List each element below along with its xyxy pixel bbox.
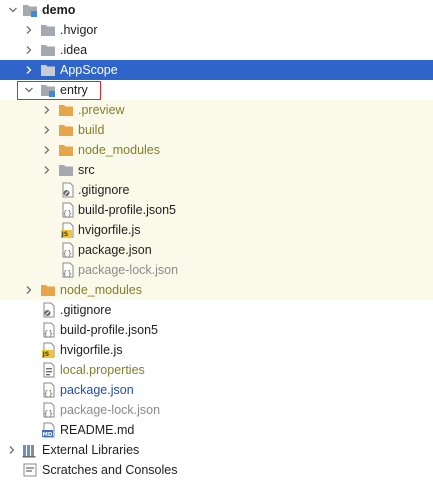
tree-item-scratches[interactable]: Scratches and Consoles [0, 460, 433, 480]
tree-item-label: External Libraries [42, 443, 140, 457]
excluded-folder-icon [40, 282, 56, 298]
tree-item-node-modules[interactable]: node_modules [0, 280, 433, 300]
svg-text:MD: MD [42, 432, 52, 438]
tree-item-label: node_modules [78, 143, 161, 157]
tree-item-entry-package-json[interactable]: {} package.json [0, 240, 433, 260]
svg-text:JS: JS [42, 351, 50, 358]
svg-text:{}: {} [63, 249, 73, 258]
excluded-folder-icon [58, 102, 74, 118]
tree-item-external-libraries[interactable]: External Libraries [0, 440, 433, 460]
tree-item-label: .preview [78, 103, 125, 117]
tree-item-label: hvigorfile.js [60, 343, 123, 357]
tree-item-label: package-lock.json [60, 403, 161, 417]
svg-text:{}: {} [63, 269, 73, 278]
entry-highlight-box [17, 81, 101, 100]
tree-item-label: Scratches and Consoles [42, 463, 178, 477]
tree-item-label: node_modules [60, 283, 143, 297]
chevron-down-icon[interactable] [9, 6, 17, 14]
chevron-right-icon[interactable] [43, 146, 51, 154]
tree-item-package-lock[interactable]: {} package-lock.json [0, 400, 433, 420]
chevron-right-icon[interactable] [43, 166, 51, 174]
tree-item-label: package.json [78, 243, 152, 257]
folder-icon [40, 22, 56, 38]
module-folder-icon [22, 2, 38, 18]
excluded-folder-icon [58, 122, 74, 138]
libraries-icon [22, 442, 38, 458]
tree-item-label: package.json [60, 383, 134, 397]
tree-item-label: .gitignore [78, 183, 130, 197]
svg-text:{}: {} [44, 329, 54, 338]
tree-item-label: README.md [60, 423, 135, 437]
tree-item-build[interactable]: build [0, 120, 433, 140]
tree-item-src[interactable]: src [0, 160, 433, 180]
tree-item-gitignore[interactable]: .gitignore [0, 300, 433, 320]
tree-item-demo[interactable]: demo [0, 0, 433, 20]
tree-item-entry-hvigorfile[interactable]: JS hvigorfile.js [0, 220, 433, 240]
gitignore-file-icon [60, 182, 76, 198]
chevron-right-icon[interactable] [25, 46, 33, 54]
tree-item-label: build-profile.json5 [60, 323, 158, 337]
tree-item-readme[interactable]: MD README.md [0, 420, 433, 440]
tree-item-label: .idea [60, 43, 88, 57]
tree-item-build-profile[interactable]: {} build-profile.json5 [0, 320, 433, 340]
chevron-right-icon[interactable] [8, 446, 16, 454]
json-file-icon: {} [41, 382, 57, 398]
chevron-right-icon[interactable] [25, 66, 33, 74]
json-file-icon: {} [60, 242, 76, 258]
tree-item-label: build [78, 123, 105, 137]
tree-item-label: demo [42, 3, 76, 17]
tree-item-entry-build-profile[interactable]: {} build-profile.json5 [0, 200, 433, 220]
chevron-right-icon[interactable] [43, 126, 51, 134]
tree-item-entry-node-modules[interactable]: node_modules [0, 140, 433, 160]
tree-item-label: build-profile.json5 [78, 203, 176, 217]
folder-icon [40, 62, 56, 78]
json-file-icon: {} [60, 262, 76, 278]
tree-item-label: .gitignore [60, 303, 112, 317]
tree-item-entry-package-lock[interactable]: {} package-lock.json [0, 260, 433, 280]
tree-item-label: .hvigor [60, 23, 98, 37]
tree-item-entry-gitignore[interactable]: .gitignore [0, 180, 433, 200]
json-file-icon: {} [60, 202, 76, 218]
scratches-icon [22, 462, 38, 478]
js-file-icon: JS [41, 342, 57, 358]
properties-file-icon [41, 362, 57, 378]
chevron-right-icon[interactable] [25, 26, 33, 34]
json-file-icon: {} [41, 322, 57, 338]
folder-icon [58, 162, 74, 178]
svg-text:{}: {} [63, 209, 73, 218]
svg-text:JS: JS [61, 231, 69, 238]
gitignore-file-icon [41, 302, 57, 318]
tree-item-appscope[interactable]: AppScope [0, 60, 433, 80]
tree-item-local-properties[interactable]: local.properties [0, 360, 433, 380]
tree-item-label: local.properties [60, 363, 145, 377]
chevron-right-icon[interactable] [43, 106, 51, 114]
project-tree: demo .hvigor .idea AppScope entry .previ… [0, 0, 433, 477]
tree-item-idea[interactable]: .idea [0, 40, 433, 60]
tree-item-preview[interactable]: .preview [0, 100, 433, 120]
excluded-folder-icon [58, 142, 74, 158]
chevron-right-icon[interactable] [25, 286, 33, 294]
tree-item-hvigor[interactable]: .hvigor [0, 20, 433, 40]
js-file-icon: JS [60, 222, 76, 238]
json-file-icon: {} [41, 402, 57, 418]
tree-item-label: hvigorfile.js [78, 223, 141, 237]
markdown-file-icon: MD [41, 422, 57, 438]
tree-item-hvigorfile[interactable]: JS hvigorfile.js [0, 340, 433, 360]
tree-item-label: AppScope [60, 63, 118, 77]
svg-text:{}: {} [44, 389, 54, 398]
tree-item-package-json[interactable]: {} package.json [0, 380, 433, 400]
tree-item-label: package-lock.json [78, 263, 179, 277]
svg-text:{}: {} [44, 409, 54, 418]
folder-icon [40, 42, 56, 58]
tree-item-label: src [78, 163, 95, 177]
